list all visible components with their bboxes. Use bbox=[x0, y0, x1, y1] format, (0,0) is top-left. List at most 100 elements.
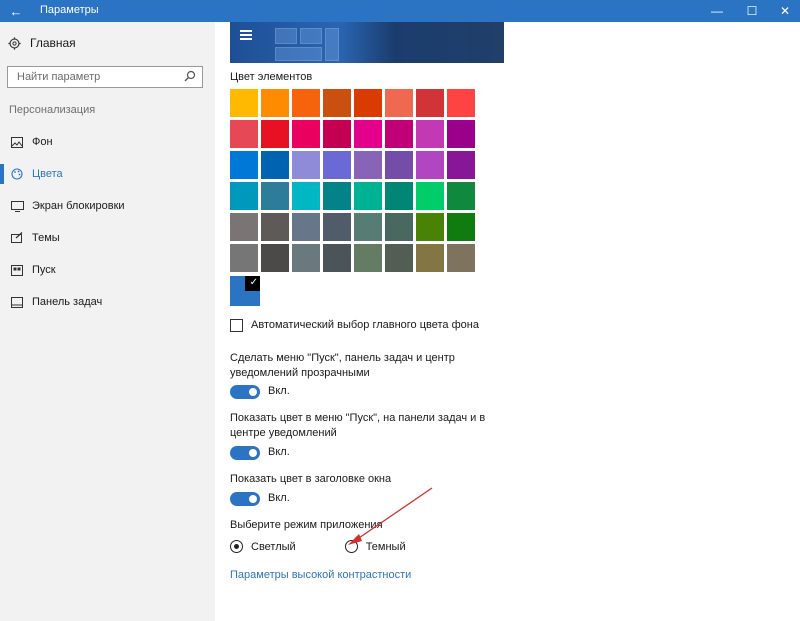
preview-tile bbox=[275, 28, 297, 44]
show-color-title-setting: Вкл. bbox=[230, 491, 290, 506]
color-swatch[interactable] bbox=[230, 120, 258, 148]
color-swatch[interactable] bbox=[292, 89, 320, 117]
sidebar-item-lock-screen[interactable]: Экран блокировки bbox=[0, 194, 215, 218]
minimize-icon: — bbox=[711, 4, 723, 18]
color-swatch[interactable] bbox=[261, 89, 289, 117]
sidebar-item-start[interactable]: Пуск bbox=[0, 258, 215, 282]
auto-color-checkbox[interactable] bbox=[230, 319, 243, 332]
sidebar-item-label: Пуск bbox=[32, 264, 56, 276]
color-swatch[interactable] bbox=[292, 244, 320, 272]
color-swatch[interactable] bbox=[292, 182, 320, 210]
start-icon bbox=[10, 264, 24, 276]
color-swatch[interactable] bbox=[261, 151, 289, 179]
color-swatch[interactable] bbox=[323, 213, 351, 241]
selected-color-swatch[interactable]: ✓ bbox=[230, 276, 260, 306]
color-swatch[interactable] bbox=[447, 213, 475, 241]
sidebar-item-themes[interactable]: Темы bbox=[0, 226, 215, 250]
picture-icon bbox=[10, 136, 24, 148]
preview-tile bbox=[325, 28, 339, 61]
color-swatch[interactable] bbox=[385, 89, 413, 117]
close-button[interactable]: ✕ bbox=[771, 0, 799, 22]
color-swatch[interactable] bbox=[416, 89, 444, 117]
color-swatch[interactable] bbox=[354, 151, 382, 179]
color-swatch[interactable] bbox=[354, 182, 382, 210]
color-swatch[interactable] bbox=[447, 151, 475, 179]
color-swatch[interactable] bbox=[354, 120, 382, 148]
sidebar-item-label: Панель задач bbox=[32, 296, 103, 308]
color-swatch[interactable] bbox=[385, 213, 413, 241]
search-placeholder: Найти параметр bbox=[17, 71, 101, 83]
preview-tile bbox=[275, 47, 322, 61]
search-icon[interactable] bbox=[184, 70, 196, 82]
color-swatch[interactable] bbox=[323, 151, 351, 179]
color-swatch[interactable] bbox=[447, 244, 475, 272]
back-arrow-icon: ← bbox=[9, 3, 23, 19]
toggle-knob bbox=[249, 494, 257, 503]
search-input[interactable]: Найти параметр bbox=[7, 66, 203, 88]
back-button[interactable]: ← bbox=[0, 0, 32, 22]
checkmark-icon: ✓ bbox=[249, 277, 258, 288]
color-swatch[interactable] bbox=[292, 120, 320, 148]
taskbar-icon bbox=[10, 296, 24, 308]
color-swatch[interactable] bbox=[385, 151, 413, 179]
theme-preview bbox=[230, 22, 504, 63]
color-swatch[interactable] bbox=[230, 182, 258, 210]
color-swatch[interactable] bbox=[385, 244, 413, 272]
color-swatch[interactable] bbox=[447, 120, 475, 148]
color-swatch[interactable] bbox=[447, 182, 475, 210]
color-swatch[interactable] bbox=[292, 213, 320, 241]
annotation-arrow-icon bbox=[348, 487, 433, 545]
title-bar: ← Параметры — ☐ ✕ bbox=[0, 0, 800, 22]
color-swatch[interactable] bbox=[292, 151, 320, 179]
color-swatch[interactable] bbox=[385, 182, 413, 210]
high-contrast-link[interactable]: Параметры высокой контрастности bbox=[230, 569, 411, 581]
maximize-icon: ☐ bbox=[746, 4, 758, 18]
gear-icon bbox=[8, 36, 21, 50]
color-swatch[interactable] bbox=[416, 182, 444, 210]
transparency-setting: Вкл. bbox=[230, 384, 290, 399]
color-swatch[interactable] bbox=[230, 213, 258, 241]
color-swatch-grid bbox=[230, 89, 475, 272]
color-swatch[interactable] bbox=[416, 151, 444, 179]
sidebar-item-label: Цвета bbox=[32, 168, 63, 180]
auto-color-option[interactable]: Автоматический выбор главного цвета фона bbox=[230, 318, 479, 333]
sidebar-item-label: Фон bbox=[32, 136, 53, 148]
color-swatch[interactable] bbox=[354, 244, 382, 272]
color-swatch[interactable] bbox=[230, 89, 258, 117]
auto-color-label: Автоматический выбор главного цвета фона bbox=[251, 319, 479, 331]
color-swatch[interactable] bbox=[447, 89, 475, 117]
color-swatch[interactable] bbox=[323, 120, 351, 148]
home-nav-item[interactable]: Главная bbox=[8, 36, 76, 50]
color-swatch[interactable] bbox=[416, 244, 444, 272]
sidebar-item-taskbar[interactable]: Панель задач bbox=[0, 290, 215, 314]
toggle-state: Вкл. bbox=[268, 492, 290, 504]
color-swatch[interactable] bbox=[385, 120, 413, 148]
color-swatch[interactable] bbox=[230, 244, 258, 272]
color-swatch[interactable] bbox=[230, 151, 258, 179]
color-swatch[interactable] bbox=[416, 213, 444, 241]
transparency-toggle[interactable] bbox=[230, 384, 260, 399]
section-label: Персонализация bbox=[9, 104, 96, 116]
color-swatch[interactable] bbox=[323, 89, 351, 117]
sidebar-item-background[interactable]: Фон bbox=[0, 130, 215, 154]
minimize-button[interactable]: — bbox=[703, 0, 731, 22]
color-swatch[interactable] bbox=[323, 244, 351, 272]
show-color-start-toggle[interactable] bbox=[230, 445, 260, 460]
maximize-button[interactable]: ☐ bbox=[738, 0, 766, 22]
close-icon: ✕ bbox=[779, 4, 791, 18]
toggle-knob bbox=[249, 448, 257, 457]
toggle-knob bbox=[249, 387, 257, 396]
toggle-state: Вкл. bbox=[268, 446, 290, 458]
color-swatch[interactable] bbox=[261, 182, 289, 210]
color-swatch[interactable] bbox=[261, 213, 289, 241]
color-swatch[interactable] bbox=[354, 213, 382, 241]
palette-icon bbox=[10, 168, 24, 180]
light-mode-radio[interactable] bbox=[230, 540, 243, 553]
show-color-title-toggle[interactable] bbox=[230, 491, 260, 506]
sidebar-item-colors[interactable]: Цвета bbox=[0, 162, 215, 186]
color-swatch[interactable] bbox=[261, 244, 289, 272]
color-swatch[interactable] bbox=[416, 120, 444, 148]
color-swatch[interactable] bbox=[323, 182, 351, 210]
color-swatch[interactable] bbox=[354, 89, 382, 117]
color-swatch[interactable] bbox=[261, 120, 289, 148]
